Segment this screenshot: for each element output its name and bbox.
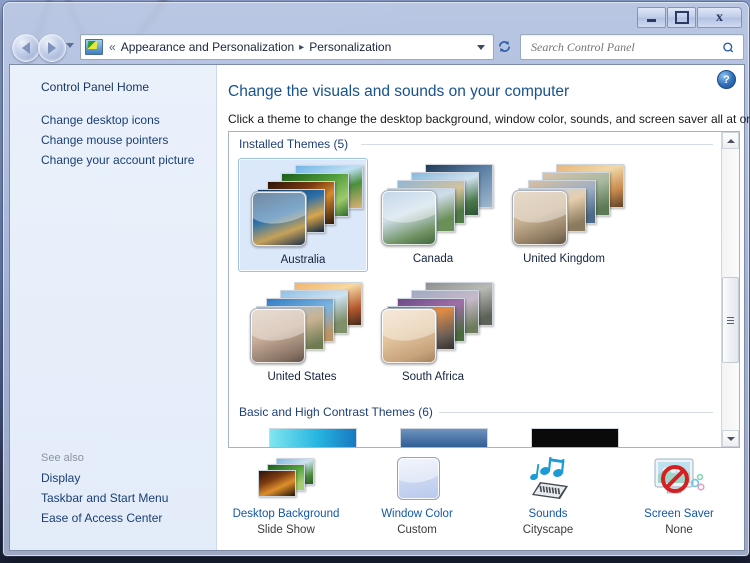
breadcrumb-separator-icon: ▸	[299, 41, 305, 53]
chevron-up-icon	[726, 138, 735, 143]
maximize-button[interactable]	[667, 7, 696, 28]
theme-tile-united-kingdom[interactable]: United Kingdom	[500, 158, 628, 270]
search-box[interactable]	[520, 34, 744, 60]
theme-thumbnail-stack	[246, 282, 362, 364]
sidebar-item-display[interactable]: Display	[10, 468, 216, 488]
navigation-bar: « Appearance and Personalization ▸ Perso…	[4, 31, 748, 63]
close-button[interactable]: x	[697, 7, 742, 28]
theme-tile-canada[interactable]: Canada	[369, 158, 497, 270]
theme-settings-bar: Desktop Background Slide Show Window Col…	[217, 455, 744, 547]
setting-sounds[interactable]: Sounds Cityscape	[484, 455, 612, 539]
theme-thumbnail-stack	[508, 164, 624, 246]
theme-current-wallpaper	[251, 191, 307, 247]
page-title: Change the visuals and sounds on your co…	[228, 83, 570, 100]
group-heading-installed-themes: Installed Themes (5)	[239, 137, 355, 151]
sidebar-item-change-desktop-icons[interactable]: Change desktop icons	[10, 110, 216, 130]
setting-value: Custom	[397, 524, 437, 536]
personalization-window: x « Appearance and Personalization ▸ Per…	[3, 2, 750, 556]
theme-thumbnail-stack	[377, 164, 493, 246]
setting-value: Cityscape	[522, 524, 574, 536]
forward-arrow-icon	[48, 42, 56, 54]
minimize-button[interactable]	[637, 7, 666, 28]
setting-title[interactable]: Desktop Background	[222, 507, 350, 522]
theme-thumbnail-stack	[247, 165, 363, 247]
window-client-area: Control Panel Home Change desktop icons …	[9, 64, 750, 551]
close-icon: x	[716, 9, 723, 25]
breadcrumb-personalization[interactable]: Personalization	[309, 40, 391, 54]
back-arrow-icon	[22, 42, 30, 54]
main-pane: ? Change the visuals and sounds on your …	[217, 65, 750, 550]
theme-label: Australia	[280, 254, 326, 266]
themes-list[interactable]: Installed Themes (5) Australia Canada Un…	[228, 131, 740, 448]
setting-title[interactable]: Sounds	[484, 507, 612, 522]
setting-title[interactable]: Window Color	[353, 507, 481, 522]
theme-tile-basic-high-contrast[interactable]	[531, 428, 619, 447]
help-button[interactable]: ?	[717, 70, 736, 89]
window-titlebar[interactable]: x	[4, 3, 748, 31]
theme-tile-south-africa[interactable]: South Africa	[369, 276, 497, 388]
sidebar-item-ease-of-access-center[interactable]: Ease of Access Center	[10, 508, 216, 528]
sidebar: Control Panel Home Change desktop icons …	[10, 65, 217, 550]
theme-label: Canada	[412, 253, 454, 265]
scroll-down-button[interactable]	[722, 430, 739, 447]
themes-scrollbar[interactable]	[721, 132, 739, 447]
scrollbar-grip-icon	[727, 316, 734, 324]
sidebar-task-list: Change desktop icons Change mouse pointe…	[10, 110, 216, 170]
group-rule-basic	[413, 412, 713, 413]
setting-desktop-background[interactable]: Desktop Background Slide Show	[222, 455, 350, 539]
address-chevron-down-icon[interactable]	[477, 44, 485, 50]
see-also-heading: See also	[41, 452, 84, 464]
setting-value: Slide Show	[257, 524, 315, 536]
minimize-icon	[647, 19, 656, 22]
see-also-section: See also Display Taskbar and Start Menu …	[10, 448, 216, 528]
theme-current-wallpaper	[512, 190, 568, 246]
refresh-icon	[498, 40, 510, 52]
screen-saver-icon	[649, 455, 709, 503]
themes-scroll-viewport: Installed Themes (5) Australia Canada Un…	[229, 132, 721, 447]
address-bar[interactable]: « Appearance and Personalization ▸ Perso…	[80, 34, 494, 60]
forward-button[interactable]	[38, 34, 66, 62]
theme-tile-united-states[interactable]: United States	[238, 276, 366, 388]
setting-window-color[interactable]: Window Color Custom	[353, 455, 481, 539]
theme-label: South Africa	[401, 371, 464, 383]
breadcrumb-overflow-chevrons[interactable]: «	[109, 40, 116, 54]
window-color-icon	[387, 455, 447, 503]
theme-current-wallpaper	[381, 190, 437, 246]
page-subtitle: Click a theme to change the desktop back…	[228, 112, 750, 126]
sidebar-item-change-mouse-pointers[interactable]: Change mouse pointers	[10, 130, 216, 150]
sounds-icon	[518, 455, 578, 503]
breadcrumb-appearance-and-personalization[interactable]: Appearance and Personalization	[121, 40, 294, 54]
sidebar-item-taskbar-and-start-menu[interactable]: Taskbar and Start Menu	[10, 488, 216, 508]
scroll-up-button[interactable]	[722, 132, 739, 149]
chevron-down-icon	[726, 436, 735, 441]
setting-value: None	[665, 524, 693, 536]
control-panel-icon	[85, 39, 103, 55]
setting-title[interactable]: Screen Saver	[615, 507, 743, 522]
refresh-button[interactable]	[493, 34, 515, 58]
window-controls: x	[637, 7, 742, 28]
theme-current-wallpaper	[381, 308, 437, 364]
search-input[interactable]	[529, 38, 722, 56]
sidebar-item-control-panel-home[interactable]: Control Panel Home	[10, 77, 247, 97]
setting-screen-saver[interactable]: Screen Saver None	[615, 455, 743, 539]
group-heading-basic-and-high-contrast-themes: Basic and High Contrast Themes (6)	[239, 405, 439, 419]
sidebar-item-change-your-account-picture[interactable]: Change your account picture	[10, 150, 216, 170]
desktop-background-icon	[256, 455, 316, 503]
theme-tile-australia[interactable]: Australia	[238, 158, 368, 272]
theme-tile-basic-windows-7-basic[interactable]	[400, 428, 488, 447]
theme-current-wallpaper	[250, 308, 306, 364]
theme-thumbnail-stack	[377, 282, 493, 364]
theme-tile-basic-aero[interactable]	[269, 428, 357, 447]
maximize-icon	[674, 11, 689, 24]
theme-label: United States	[267, 371, 337, 383]
scrollbar-thumb[interactable]	[722, 277, 739, 363]
group-rule-installed	[361, 144, 713, 145]
search-icon[interactable]	[719, 37, 739, 57]
theme-label: United Kingdom	[523, 253, 605, 265]
back-button[interactable]	[12, 34, 40, 62]
recent-pages-chevron-down-icon[interactable]	[66, 43, 74, 48]
